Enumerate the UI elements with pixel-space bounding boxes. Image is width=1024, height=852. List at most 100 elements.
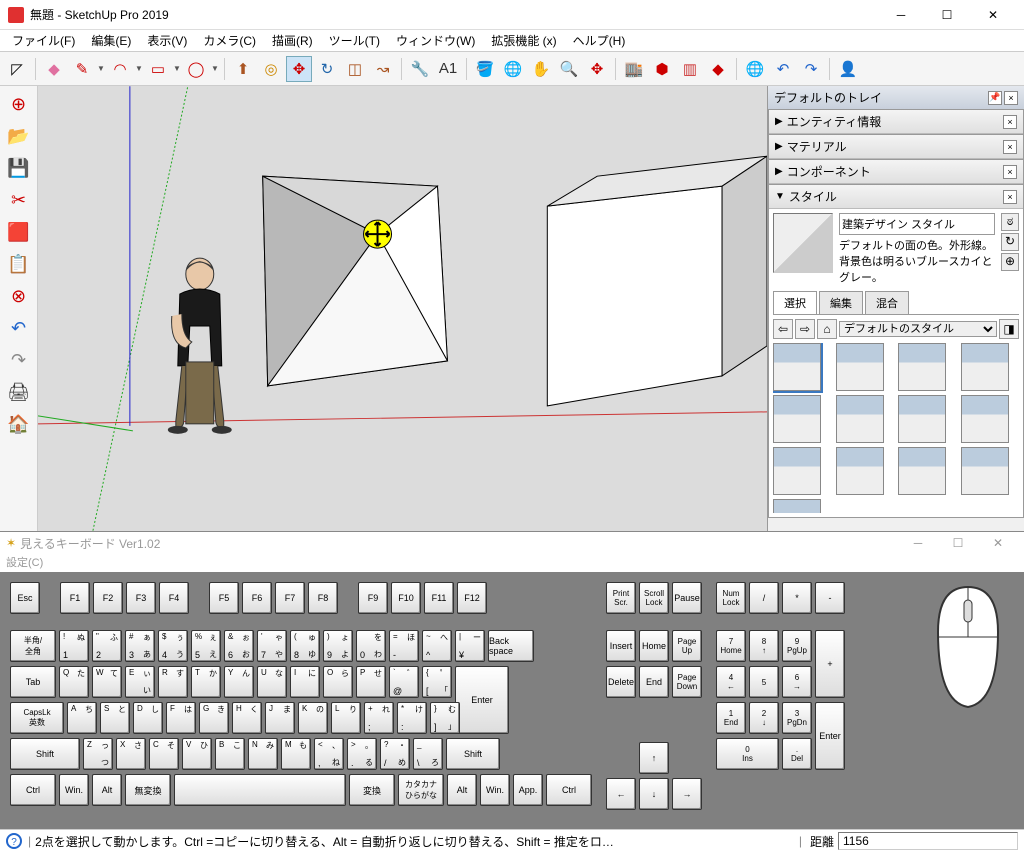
key-Alt[interactable]: Alt	[447, 774, 477, 806]
style-thumb-2[interactable]	[898, 343, 946, 391]
key-G[interactable]: Gき	[199, 702, 229, 734]
key-![interactable]: !1ぬ	[59, 630, 89, 662]
key-<[interactable]: <,、ね	[314, 738, 344, 770]
style-tab-混合[interactable]: 混合	[865, 291, 909, 314]
geo-icon[interactable]: 🌐	[742, 56, 768, 82]
style-thumb-7[interactable]	[961, 395, 1009, 443]
key-Ctrl[interactable]: Ctrl	[546, 774, 592, 806]
key-}[interactable]: }]む」	[430, 702, 460, 734]
key-.[interactable]: .Del	[782, 738, 812, 770]
key-`[interactable]: `@゛	[389, 666, 419, 698]
zoomext-icon[interactable]: ✥	[584, 56, 610, 82]
style-thumb-3[interactable]	[961, 343, 1009, 391]
style-details-icon[interactable]: ◨	[999, 319, 1019, 339]
key-P[interactable]: Pせ	[356, 666, 386, 698]
tape-icon[interactable]: 🔧	[407, 56, 433, 82]
maximize-button[interactable]: ☐	[924, 0, 970, 30]
key-Num[interactable]: NumLock	[716, 582, 746, 614]
key-F9[interactable]: F9	[358, 582, 388, 614]
menu-ヘルプ[interactable]: ヘルプ(H)	[565, 30, 634, 51]
key-→[interactable]: →	[672, 778, 702, 810]
tray-panel-2[interactable]: ▶コンポーネント×	[769, 160, 1023, 184]
key-[interactable]: 0をわ	[356, 630, 386, 662]
key-*[interactable]: *:け	[397, 702, 427, 734]
tray-panel-0[interactable]: ▶エンティティ情報×	[769, 110, 1023, 134]
key-K[interactable]: Kの	[298, 702, 328, 734]
key-Y[interactable]: Yん	[224, 666, 254, 698]
panel-close-icon[interactable]: ×	[1003, 140, 1017, 154]
key-Home[interactable]: Home	[639, 630, 669, 662]
offset-icon[interactable]: ◎	[258, 56, 284, 82]
key-H[interactable]: Hく	[232, 702, 262, 734]
key-F8[interactable]: F8	[308, 582, 338, 614]
key-1[interactable]: 1End	[716, 702, 746, 734]
move-icon[interactable]: ✥	[286, 56, 312, 82]
key->[interactable]: >.。る	[347, 738, 377, 770]
style-name-input[interactable]: 建築デザイン スタイル	[839, 213, 995, 235]
circle-icon-dropdown[interactable]: ▼	[211, 64, 219, 73]
menu-ツール[interactable]: ツール(T)	[321, 30, 388, 51]
key-L[interactable]: Lり	[331, 702, 361, 734]
key-([interactable]: (8ゅゆ	[290, 630, 320, 662]
key-W[interactable]: Wて	[92, 666, 122, 698]
style-display-icon[interactable]: ಠ	[1001, 213, 1019, 231]
panel-close-icon[interactable]: ×	[1003, 165, 1017, 179]
style-thumb-10[interactable]	[898, 447, 946, 495]
key-F[interactable]: Fは	[166, 702, 196, 734]
key-7[interactable]: 7Home	[716, 630, 746, 662]
key-J[interactable]: Jま	[265, 702, 295, 734]
key-C[interactable]: Cそ	[149, 738, 179, 770]
redo-icon[interactable]: ↷	[798, 56, 824, 82]
menu-カメラ[interactable]: カメラ(C)	[195, 30, 264, 51]
menu-描画[interactable]: 描画(R)	[264, 30, 321, 51]
tray-panel-1[interactable]: ▶マテリアル×	[769, 135, 1023, 159]
rotate-icon[interactable]: ↻	[314, 56, 340, 82]
paste-icon[interactable]: 📋	[5, 250, 33, 278]
key-F7[interactable]: F7	[275, 582, 305, 614]
key-=[interactable]: =-ほ	[389, 630, 419, 662]
key-?[interactable]: ?/・め	[380, 738, 410, 770]
followme-icon[interactable]: ↝	[370, 56, 396, 82]
circle-icon[interactable]: ◯	[183, 56, 209, 82]
viewport[interactable]	[38, 86, 767, 531]
key-9[interactable]: 9PgUp	[782, 630, 812, 662]
select-icon[interactable]: ◸	[4, 56, 30, 82]
undo-icon[interactable]: ↶	[770, 56, 796, 82]
key-4[interactable]: 4←	[716, 666, 746, 698]
key-Win.[interactable]: Win.	[59, 774, 89, 806]
key-_[interactable]: _\ろ	[413, 738, 443, 770]
style-home-icon[interactable]: ⌂	[817, 319, 837, 339]
zoom-icon[interactable]: 🔍	[556, 56, 582, 82]
key-/[interactable]: /	[749, 582, 779, 614]
key-Back space[interactable]: Back space	[488, 630, 534, 662]
pencil-icon-dropdown[interactable]: ▼	[97, 64, 105, 73]
kbd-min-button[interactable]: ─	[898, 536, 938, 550]
key-Insert[interactable]: Insert	[606, 630, 636, 662]
kbd-close-button[interactable]: ✕	[978, 536, 1018, 550]
model-canvas[interactable]	[38, 86, 767, 531]
model-icon[interactable]: 🏠	[5, 410, 33, 438]
style-tab-編集[interactable]: 編集	[819, 291, 863, 314]
menu-表示[interactable]: 表示(V)	[139, 30, 195, 51]
key-Pause[interactable]: Pause	[672, 582, 702, 614]
style-thumb-5[interactable]	[836, 395, 884, 443]
component-icon[interactable]: ⊕	[5, 90, 33, 118]
key--[interactable]: -	[815, 582, 845, 614]
key-Delete[interactable]: Delete	[606, 666, 636, 698]
style-update-icon[interactable]: ↻	[1001, 233, 1019, 251]
open-icon[interactable]: 📂	[5, 122, 33, 150]
kbd-menu[interactable]: 設定(C)	[0, 554, 1024, 572]
key-|[interactable]: |¥ー	[455, 630, 485, 662]
key-F6[interactable]: F6	[242, 582, 272, 614]
rect-icon[interactable]: ▭	[145, 56, 171, 82]
key-~[interactable]: ~^へ	[422, 630, 452, 662]
paint-icon[interactable]: 🪣	[472, 56, 498, 82]
style-thumb-11[interactable]	[961, 447, 1009, 495]
arc-icon[interactable]: ◠	[107, 56, 133, 82]
key-A[interactable]: Aち	[67, 702, 97, 734]
key-変換[interactable]: 変換	[349, 774, 395, 806]
help-icon[interactable]: ?	[6, 833, 22, 849]
key-F5[interactable]: F5	[209, 582, 239, 614]
style-fwd-icon[interactable]: ⇨	[795, 319, 815, 339]
key-Esc[interactable]: Esc	[10, 582, 40, 614]
